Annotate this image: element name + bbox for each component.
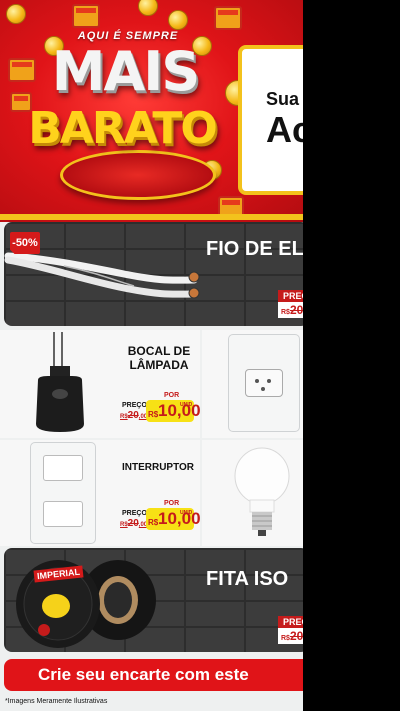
gift-icon <box>8 58 36 82</box>
coin-icon <box>6 4 26 24</box>
old-price: R$20 <box>278 302 303 318</box>
hero-card-line-1: Sua <box>266 89 300 109</box>
price-box: POR PREÇO R$20,00 R$ 10,00 UNID <box>118 392 201 424</box>
hero-headline-mais: MAIS <box>51 40 201 103</box>
preco-label: PREÇ <box>278 616 303 628</box>
product-label: INTERRUPTOR <box>121 462 195 473</box>
preco-label: PREÇ <box>278 290 303 302</box>
price-box: POR PREÇO R$20,00 R$ 10,00 UNID <box>118 500 201 532</box>
tape-image <box>16 560 156 648</box>
product-tile-tomada <box>202 330 303 438</box>
old-price: R$20,00 <box>120 410 148 421</box>
preco-label: PREÇO <box>122 402 147 409</box>
gift-icon <box>214 6 242 30</box>
old-price-value: 20 <box>289 303 303 317</box>
banner-title: FITA ISO <box>206 568 289 590</box>
cta-label: Crie seu encarte com este <box>38 665 249 684</box>
hero-banner: AQUI É SEMPRE MAIS BARATO Sua Ac <box>0 0 303 222</box>
black-sidebar <box>303 0 400 711</box>
banner-title: FIO DE EL <box>206 238 303 260</box>
gift-icon <box>72 4 100 28</box>
podium-disc <box>60 150 216 200</box>
product-label: BOCAL DE LÂMPADA <box>127 344 191 372</box>
preco-label: PREÇO <box>122 510 147 517</box>
hero-side-card: Sua Ac <box>238 45 303 195</box>
hero-card-line-2: Ac <box>266 109 303 150</box>
divider <box>0 214 303 220</box>
old-price: R$20 <box>278 628 303 644</box>
socket-image <box>36 332 84 432</box>
price-unit: UNID <box>180 510 193 516</box>
price-unit: UNID <box>180 402 193 408</box>
product-banner-fio: FIO DE EL PREÇ R$20 <box>4 222 303 326</box>
discount-badge: -50% <box>10 232 40 254</box>
product-tile-interruptor: INTERRUPTOR POR PREÇO R$20,00 R$ 10,00 U… <box>0 440 201 546</box>
old-price: R$20,00 <box>120 518 148 529</box>
por-label: POR <box>164 392 180 399</box>
hero-headline-barato: BARATO <box>28 103 218 154</box>
product-tile-bocal: BOCAL DE LÂMPADA POR PREÇO R$20,00 R$ 10… <box>0 330 201 438</box>
coin-icon <box>138 0 158 16</box>
price-currency: R$ <box>148 518 159 527</box>
product-tile-lampada <box>202 440 303 546</box>
old-price-value: 20 <box>289 629 303 643</box>
por-label: POR <box>164 500 180 507</box>
disclaimer-text: *Imagens Meramente Ilustrativas <box>5 698 108 705</box>
bulb-image <box>234 447 290 536</box>
product-banner-fita: IMPERIAL FITA ISO PREÇ R$20 <box>4 548 303 652</box>
outlet-image <box>228 334 300 432</box>
create-flyer-button[interactable]: Crie seu encarte com este <box>4 659 303 691</box>
price-currency: R$ <box>148 410 159 419</box>
switch-image <box>30 442 96 544</box>
flyer-canvas: AQUI É SEMPRE MAIS BARATO Sua Ac FIO DE … <box>0 0 303 711</box>
coin-icon <box>168 10 188 30</box>
